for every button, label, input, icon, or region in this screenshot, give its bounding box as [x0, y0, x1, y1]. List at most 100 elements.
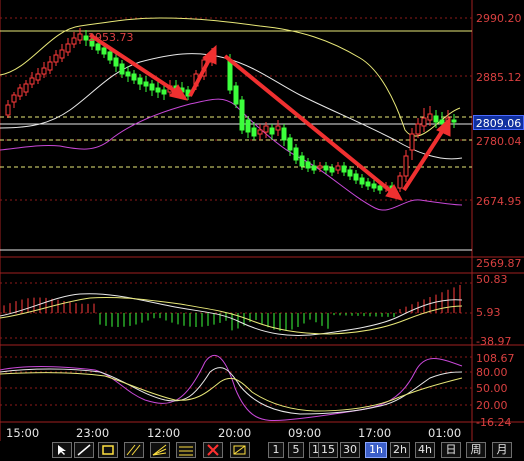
candle-body: [143, 81, 149, 87]
current-price-label: 2809.06: [473, 115, 524, 130]
candle-body: [433, 115, 439, 123]
timeframe-1h[interactable]: 1h: [365, 442, 387, 458]
candle-body: [5, 104, 11, 116]
macd-histogram: [3, 285, 461, 331]
parallel-lines-icon[interactable]: [124, 442, 144, 458]
candle-body: [149, 83, 155, 91]
candle-body: [119, 63, 125, 75]
candle-body: [23, 83, 29, 93]
bottom-toolbar: 1 5 10 15 30 1h 2h 4h 日 周 月: [0, 441, 524, 461]
timeframe-month[interactable]: 月: [492, 442, 512, 458]
macd-label: 50.83: [476, 273, 508, 286]
candle-body: [427, 113, 433, 121]
main-price-axis: 2990.20 2885.12 2780.04 2674.95 2569.87: [476, 12, 522, 270]
macd-dif-line: [0, 293, 463, 336]
candle-body: [403, 155, 409, 177]
candle-body: [275, 125, 281, 131]
price-label: 2990.20: [476, 12, 522, 25]
kdj-label: 20.00: [476, 399, 508, 412]
kdj-label: 108.67: [476, 352, 515, 365]
candle-body: [161, 89, 167, 95]
time-label: 23:00: [76, 426, 109, 440]
candle-body: [421, 117, 427, 127]
candle-body: [251, 127, 257, 137]
macd-axis: 50.83 5.93 -38.97: [476, 273, 511, 348]
candle-body: [377, 185, 383, 191]
candle-body: [155, 87, 161, 93]
candle-body: [293, 147, 299, 161]
timeframe-30[interactable]: 30: [340, 442, 360, 458]
candle-body: [239, 99, 245, 131]
candle-body: [77, 33, 83, 41]
macd-grid: [0, 282, 472, 339]
candle-body: [305, 161, 311, 169]
candle-body: [59, 49, 65, 59]
trendline-icon[interactable]: [74, 442, 94, 458]
candle-body: [347, 169, 353, 177]
candle-body: [131, 73, 137, 81]
time-label: 12:00: [147, 426, 180, 440]
time-label: 01:00: [428, 426, 461, 440]
candle-body: [71, 37, 77, 45]
fan-icon[interactable]: [150, 442, 170, 458]
timeframe-1[interactable]: 1: [268, 442, 284, 458]
timeframe-day[interactable]: 日: [441, 442, 461, 458]
candle-body: [415, 123, 421, 135]
macd-label: -38.97: [476, 335, 511, 348]
candle-body: [439, 119, 445, 125]
time-label: 15:00: [6, 426, 39, 440]
candle-body: [335, 165, 341, 171]
gann-icon[interactable]: [230, 442, 250, 458]
time-label: 20:00: [218, 426, 251, 440]
candle-body: [29, 77, 35, 85]
candle-body: [317, 165, 323, 169]
time-label: 17:00: [358, 426, 391, 440]
high-annotation: 2953.73: [88, 31, 134, 44]
candle-body: [227, 59, 233, 91]
candle-body: [113, 57, 119, 67]
candle-body: [263, 125, 269, 133]
candle-body: [397, 175, 403, 189]
timeframe-week[interactable]: 周: [466, 442, 486, 458]
kdj-k-line: [0, 367, 463, 415]
candle-body: [47, 61, 53, 71]
candle-body: [323, 165, 329, 171]
candle-body: [359, 177, 365, 185]
candle-body: [371, 183, 377, 189]
candle-body: [287, 137, 293, 151]
candle-body: [341, 165, 347, 173]
chart-canvas[interactable]: 2953.73 2990.20 2885.12 2780.04 2674.95 …: [0, 0, 524, 461]
delete-icon[interactable]: [203, 442, 223, 458]
fibonacci-icon[interactable]: [176, 442, 196, 458]
candle-body: [11, 94, 17, 103]
candle-body: [17, 87, 23, 97]
candle-body: [311, 165, 317, 171]
timeframe-5[interactable]: 5: [288, 442, 304, 458]
candle-body: [299, 155, 305, 167]
time-label: 09:00: [288, 426, 321, 440]
timeframe-15[interactable]: 15: [318, 442, 338, 458]
candle-body: [125, 71, 131, 77]
cursor-icon[interactable]: [52, 442, 72, 458]
macd-dea-line: [0, 296, 463, 335]
candle-body: [101, 47, 107, 55]
candle-body: [245, 119, 251, 133]
kdj-label: 50.00: [476, 382, 508, 395]
candle-body: [269, 127, 275, 135]
candle-body: [257, 129, 263, 135]
price-label: 2674.95: [476, 195, 522, 208]
timeframe-4h[interactable]: 4h: [415, 442, 435, 458]
candle-body: [65, 43, 71, 53]
price-label: 2569.87: [476, 257, 522, 270]
kdj-label: -16.24: [476, 416, 511, 429]
rectangle-icon[interactable]: [98, 442, 118, 458]
candle-body: [107, 51, 113, 61]
candle-body: [233, 85, 239, 105]
price-label: 2780.04: [476, 135, 522, 148]
price-label: 2885.12: [476, 71, 522, 84]
candle-body: [41, 67, 47, 75]
timeframe-2h[interactable]: 2h: [390, 442, 410, 458]
candle-body: [451, 119, 457, 123]
candle-body: [53, 54, 59, 63]
candle-body: [281, 127, 287, 141]
